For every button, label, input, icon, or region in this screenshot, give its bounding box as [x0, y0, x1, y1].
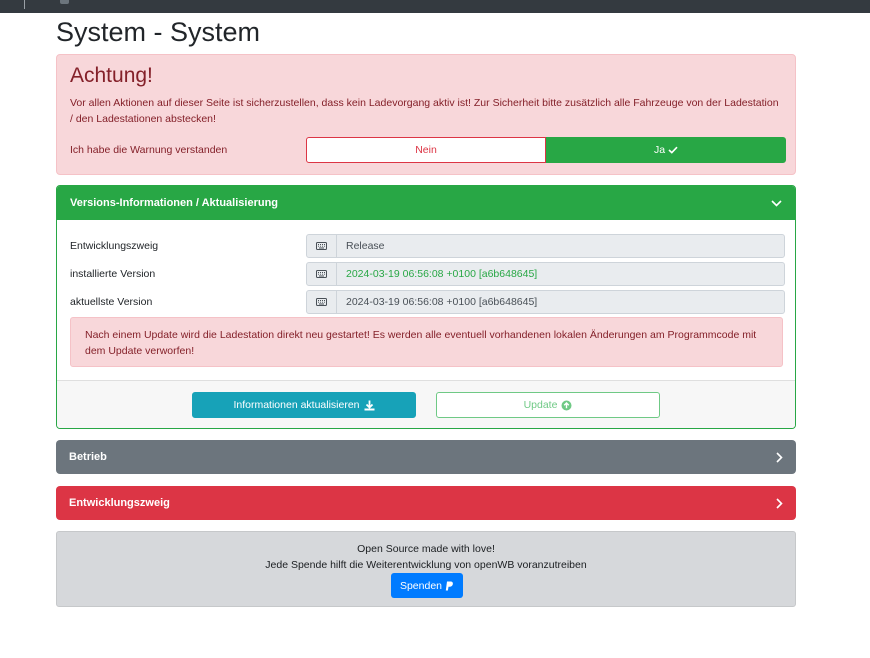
download-icon: [364, 400, 375, 410]
update-button[interactable]: Update: [436, 392, 660, 418]
warning-message: Vor allen Aktionen auf dieser Seite ist …: [70, 97, 779, 125]
version-row-branch: Entwicklungszweig Release: [70, 234, 785, 258]
keyboard-icon: [307, 235, 337, 257]
versions-card-title: Versions-Informationen / Aktualisierung: [70, 197, 279, 209]
entwicklungszweig-card-title: Entwicklungszweig: [69, 497, 170, 509]
update-notice: Nach einem Update wird die Ladestation d…: [70, 317, 783, 367]
betrieb-card: Betrieb: [56, 440, 796, 474]
chevron-right-icon[interactable]: [776, 497, 783, 509]
keyboard-icon: [307, 263, 337, 285]
chevron-down-icon[interactable]: [771, 199, 782, 207]
installed-version-field: 2024-03-19 06:56:08 +0100 [a6b648645]: [306, 262, 785, 286]
branch-value: Release: [346, 240, 385, 252]
warning-ack-toggle[interactable]: Nein Ja: [306, 137, 786, 163]
donation-line-2: Jede Spende hilft die Weiterentwicklung …: [265, 559, 587, 571]
donate-label: Spenden: [399, 579, 443, 592]
installed-version-value: 2024-03-19 06:56:08 +0100 [a6b648645]: [346, 268, 538, 280]
ack-no-label: Nein: [415, 144, 437, 156]
refresh-info-button[interactable]: Informationen aktualisieren: [192, 392, 416, 418]
versions-card-header[interactable]: Versions-Informationen / Aktualisierung: [57, 186, 795, 220]
versions-card-footer: Informationen aktualisieren Update: [57, 380, 795, 428]
entwicklungszweig-card-header[interactable]: Entwicklungszweig: [56, 486, 796, 520]
check-icon: [668, 146, 678, 154]
warning-ack-label: Ich habe die Warnung verstanden: [70, 144, 228, 156]
warning-heading: Achtung!: [70, 64, 153, 87]
donation-line-1: Open Source made with love!: [357, 543, 495, 555]
version-row-label: Entwicklungszweig: [70, 240, 159, 252]
donate-button[interactable]: Spenden: [391, 573, 463, 598]
branch-field: Release: [306, 234, 785, 258]
navbar-divider: [24, 0, 25, 9]
entwicklungszweig-card: Entwicklungszweig: [56, 486, 796, 520]
ack-no-button[interactable]: Nein: [306, 137, 546, 163]
versions-card: Versions-Informationen / Aktualisierung …: [56, 185, 796, 429]
arrow-circle-up-icon: [561, 400, 572, 410]
navbar-icon[interactable]: [60, 0, 69, 4]
page-title: System - System: [56, 17, 261, 47]
latest-version-value: 2024-03-19 06:56:08 +0100 [a6b648645]: [346, 296, 538, 308]
chevron-right-icon[interactable]: [776, 451, 783, 463]
ack-yes-button[interactable]: Ja: [546, 137, 786, 163]
update-label: Update: [523, 399, 558, 411]
top-navbar: [0, 0, 870, 13]
ack-yes-label: Ja: [653, 144, 666, 156]
betrieb-card-header[interactable]: Betrieb: [56, 440, 796, 474]
paypal-icon: [445, 581, 453, 590]
version-row-label: installierte Version: [70, 268, 156, 280]
warning-alert: Achtung! Vor allen Aktionen auf dieser S…: [56, 54, 796, 175]
version-row-latest: aktuellste Version 2024-03-19 06:56:08 +…: [70, 290, 785, 314]
keyboard-icon: [307, 291, 337, 313]
betrieb-card-title: Betrieb: [69, 451, 107, 463]
version-row-label: aktuellste Version: [70, 296, 153, 308]
latest-version-field: 2024-03-19 06:56:08 +0100 [a6b648645]: [306, 290, 785, 314]
refresh-info-label: Informationen aktualisieren: [233, 399, 360, 411]
version-row-installed: installierte Version 2024-03-19 06:56:08…: [70, 262, 785, 286]
donation-box: Open Source made with love! Jede Spende …: [56, 531, 796, 607]
